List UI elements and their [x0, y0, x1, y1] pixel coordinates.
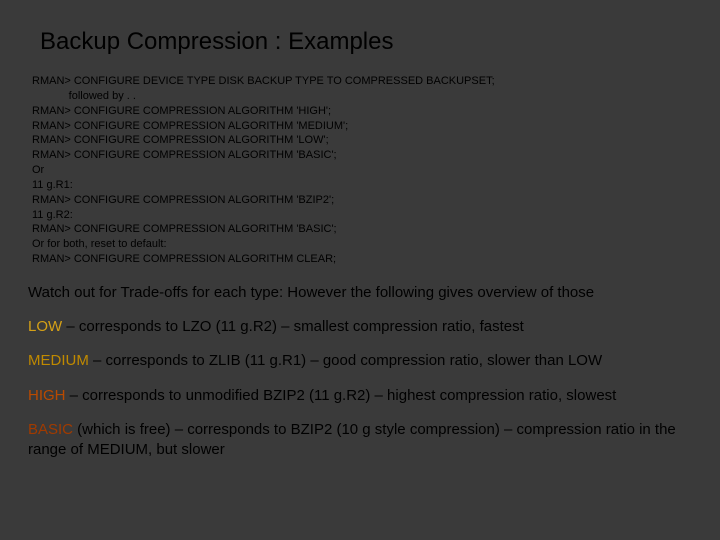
slide: Backup Compression : Examples RMAN> CONF… — [0, 0, 720, 540]
code-line: RMAN> CONFIGURE COMPRESSION ALGORITHM 'B… — [32, 223, 337, 235]
code-line: RMAN> CONFIGURE COMPRESSION ALGORITHM 'L… — [32, 134, 329, 146]
intro-paragraph: Watch out for Trade-offs for each type: … — [28, 283, 700, 303]
code-line: RMAN> CONFIGURE COMPRESSION ALGORITHM 'B… — [32, 149, 337, 161]
level-low: LOW – corresponds to LZO (11 g.R2) – sma… — [28, 317, 700, 337]
level-high: HIGH – corresponds to unmodified BZIP2 (… — [28, 386, 700, 406]
level-high-desc: – corresponds to unmodified BZIP2 (11 g.… — [66, 387, 617, 404]
level-medium-desc: – corresponds to ZLIB (11 g.R1) – good c… — [89, 352, 602, 369]
level-low-desc: – corresponds to LZO (11 g.R2) – smalles… — [62, 318, 524, 335]
code-line: 11 g.R2: — [32, 209, 73, 221]
code-line: RMAN> CONFIGURE COMPRESSION ALGORITHM 'B… — [32, 194, 334, 206]
level-medium: MEDIUM – corresponds to ZLIB (11 g.R1) –… — [28, 351, 700, 371]
level-low-label: LOW — [28, 318, 62, 335]
code-line: followed by . . — [32, 90, 136, 102]
level-medium-label: MEDIUM — [28, 352, 89, 369]
code-line: Or for both, reset to default: — [32, 238, 167, 250]
code-line: Or — [32, 164, 44, 176]
code-line: RMAN> CONFIGURE COMPRESSION ALGORITHM 'H… — [32, 105, 331, 117]
slide-title: Backup Compression : Examples — [0, 0, 720, 74]
level-basic-desc: (which is free) – corresponds to BZIP2 (… — [28, 421, 676, 458]
code-line: RMAN> CONFIGURE COMPRESSION ALGORITHM 'M… — [32, 120, 348, 132]
code-line: RMAN> CONFIGURE DEVICE TYPE DISK BACKUP … — [32, 75, 495, 87]
level-basic-label: BASIC — [28, 421, 73, 438]
code-line: 11 g.R1: — [32, 179, 73, 191]
code-block: RMAN> CONFIGURE DEVICE TYPE DISK BACKUP … — [0, 74, 720, 267]
level-high-label: HIGH — [28, 387, 66, 404]
body-text: Watch out for Trade-offs for each type: … — [0, 267, 720, 461]
level-basic: BASIC (which is free) – corresponds to B… — [28, 420, 700, 461]
code-line: RMAN> CONFIGURE COMPRESSION ALGORITHM CL… — [32, 253, 336, 265]
